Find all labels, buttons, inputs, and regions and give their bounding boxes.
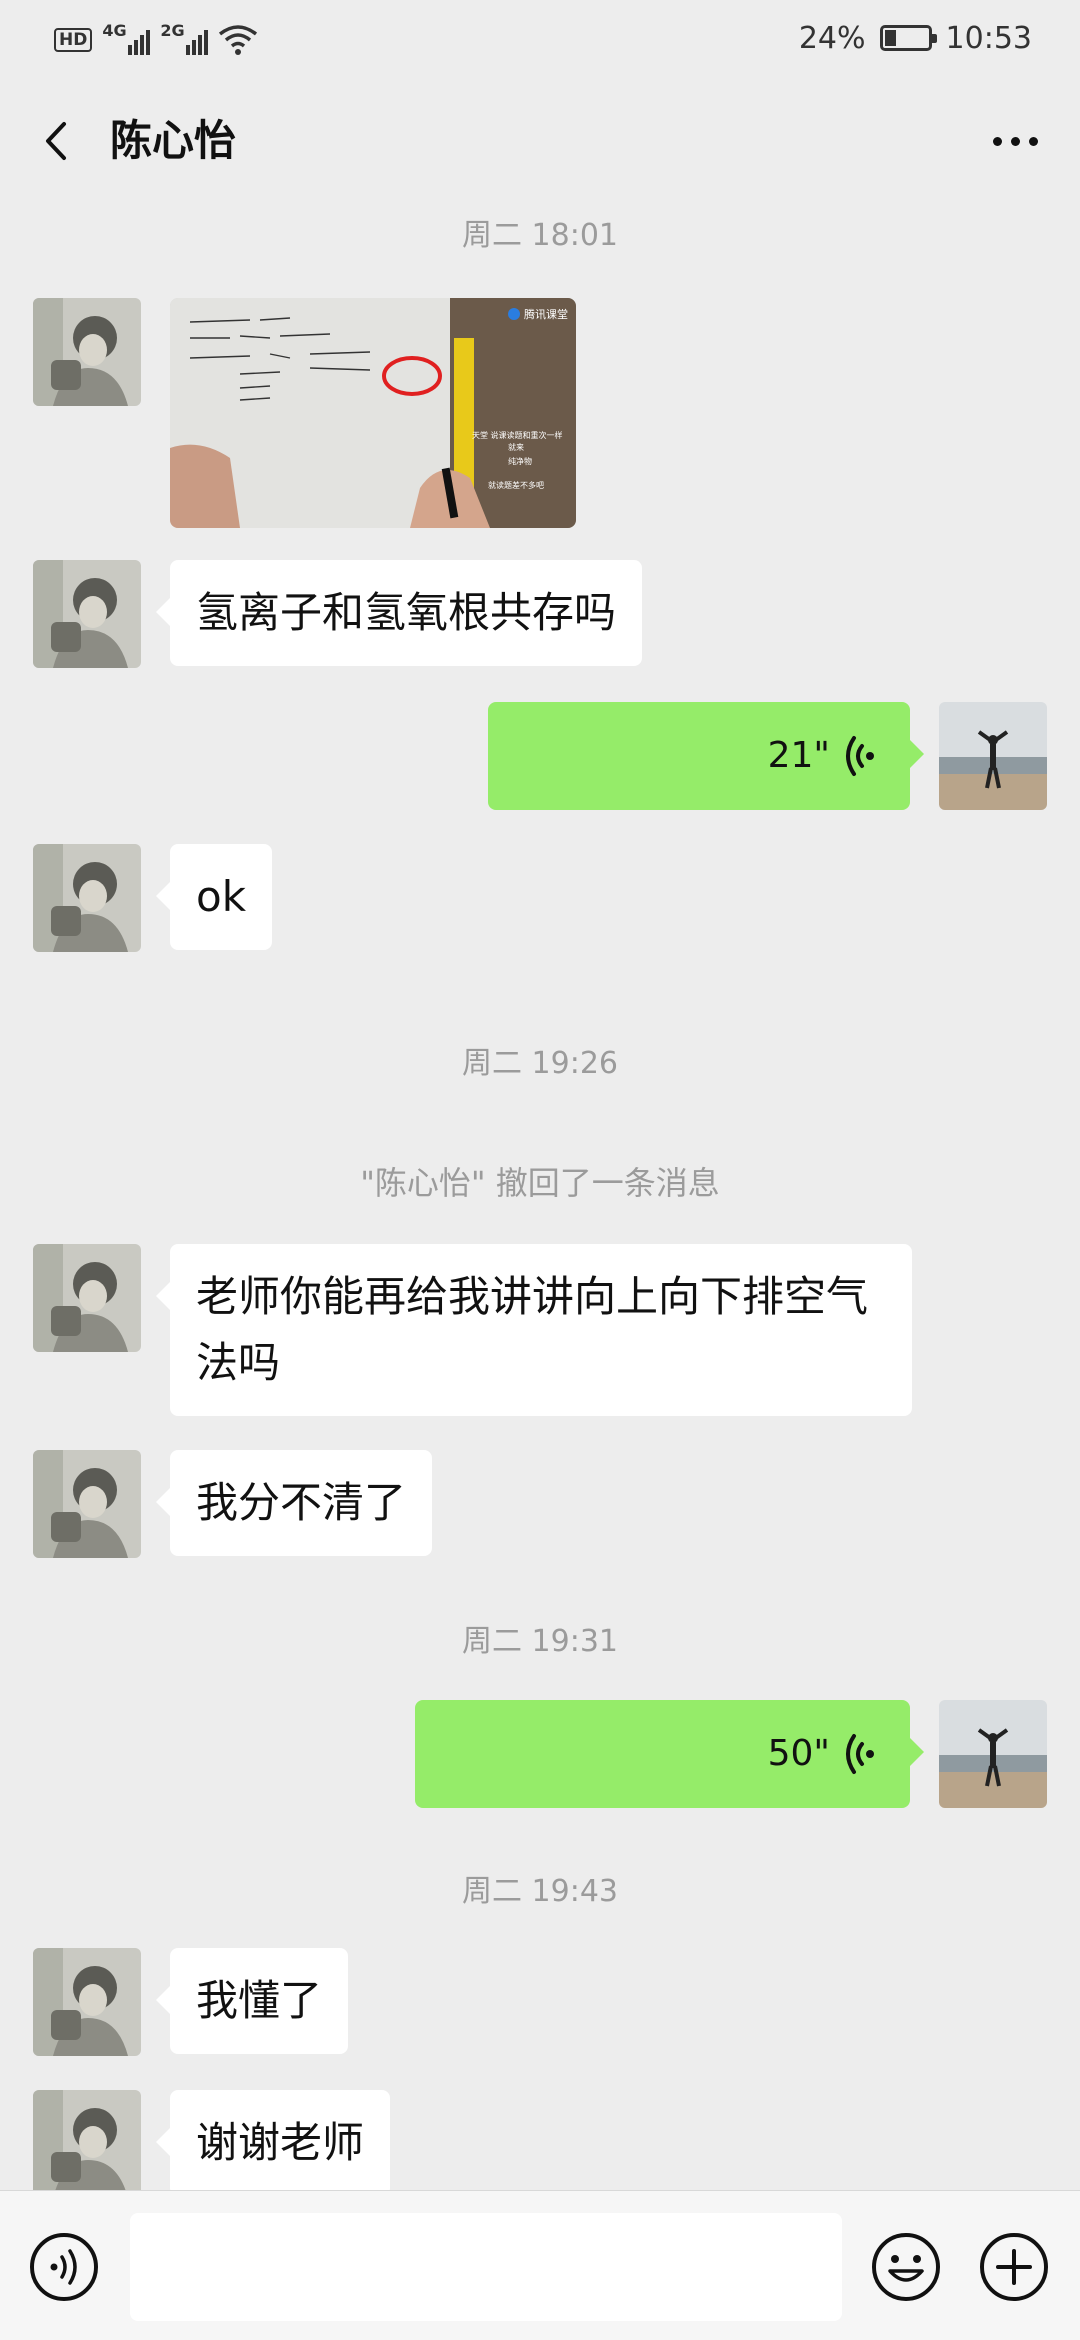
message-input[interactable] — [130, 2213, 842, 2321]
received-message[interactable]: 老师你能再给我讲讲向上向下排空气法吗 — [156, 1244, 912, 1416]
contact-avatar[interactable] — [33, 1244, 141, 1352]
wifi-icon — [219, 25, 258, 55]
voice-input-button[interactable] — [28, 2231, 100, 2303]
voice-input-icon — [30, 2233, 98, 2301]
signal-4g-icon: 4G — [102, 21, 151, 55]
overlay-line: 就来 — [508, 442, 524, 452]
received-message[interactable]: 我懂了 — [155, 1948, 349, 2054]
plus-icon — [980, 2233, 1048, 2301]
timestamp: 周二 18:01 — [462, 218, 618, 253]
received-message[interactable]: 氢离子和氢氧根共存吗 — [155, 560, 643, 666]
received-message[interactable]: ok — [155, 844, 273, 950]
status-right: 24% 10:53 — [799, 16, 1032, 60]
voice-message[interactable]: 50" — [415, 1700, 924, 1808]
network-indicators: HD 4G 2G — [54, 20, 258, 60]
contact-avatar[interactable] — [33, 560, 141, 668]
emoji-icon — [872, 2233, 940, 2301]
voice-message[interactable]: 21" — [488, 702, 924, 810]
emoji-button[interactable] — [870, 2231, 942, 2303]
voice-wave-icon — [846, 1734, 874, 1774]
overlay-app-name: 腾讯课堂 — [524, 307, 568, 321]
more-functions-button[interactable] — [978, 2231, 1050, 2303]
recall-notice: "陈心怡" 撤回了一条消息 — [360, 1164, 720, 1202]
contact-avatar[interactable] — [33, 844, 141, 952]
contact-avatar[interactable] — [33, 1450, 141, 1558]
chat-header: 陈心怡 — [0, 78, 1080, 204]
voice-duration: 21" — [767, 735, 830, 776]
received-message[interactable]: 谢谢老师 — [155, 2090, 391, 2190]
back-button[interactable] — [30, 108, 90, 174]
my-avatar[interactable] — [939, 1700, 1047, 1808]
timestamp: 周二 19:31 — [462, 1624, 618, 1659]
received-message[interactable]: 我分不清了 — [155, 1450, 433, 1556]
my-avatar[interactable] — [939, 702, 1047, 810]
status-bar: HD 4G 2G 24% 10:53 — [0, 0, 1080, 78]
hd-badge: HD — [54, 28, 93, 52]
battery-icon — [879, 25, 937, 51]
contact-avatar[interactable] — [33, 2090, 141, 2190]
contact-avatar[interactable] — [33, 1948, 141, 2056]
more-dots-icon — [992, 136, 1002, 146]
overlay-line: 天堂 说课读题和重次一样 — [472, 430, 563, 440]
message-list[interactable]: 周二 18:01 腾讯课堂 天堂 说课读题和重次一样 就来 纯净物 就读题差不多… — [0, 204, 1080, 2190]
input-bar — [0, 2190, 1080, 2340]
clock: 10:53 — [945, 20, 1032, 56]
voice-duration: 50" — [767, 1733, 830, 1774]
image-message[interactable]: 腾讯课堂 天堂 说课读题和重次一样 就来 纯净物 就读题差不多吧 — [170, 298, 576, 528]
chat-title[interactable]: 陈心怡 — [110, 108, 236, 174]
voice-wave-icon — [846, 736, 874, 776]
contact-avatar[interactable] — [33, 298, 141, 406]
timestamp: 周二 19:26 — [462, 1046, 618, 1081]
more-options-button[interactable] — [980, 108, 1050, 174]
battery-percent: 24% — [798, 20, 866, 56]
overlay-line: 就读题差不多吧 — [488, 480, 544, 490]
signal-2g-icon: 2G — [160, 21, 209, 55]
chevron-left-icon — [46, 122, 66, 160]
timestamp: 周二 19:43 — [462, 1874, 618, 1909]
overlay-line: 纯净物 — [508, 456, 532, 466]
